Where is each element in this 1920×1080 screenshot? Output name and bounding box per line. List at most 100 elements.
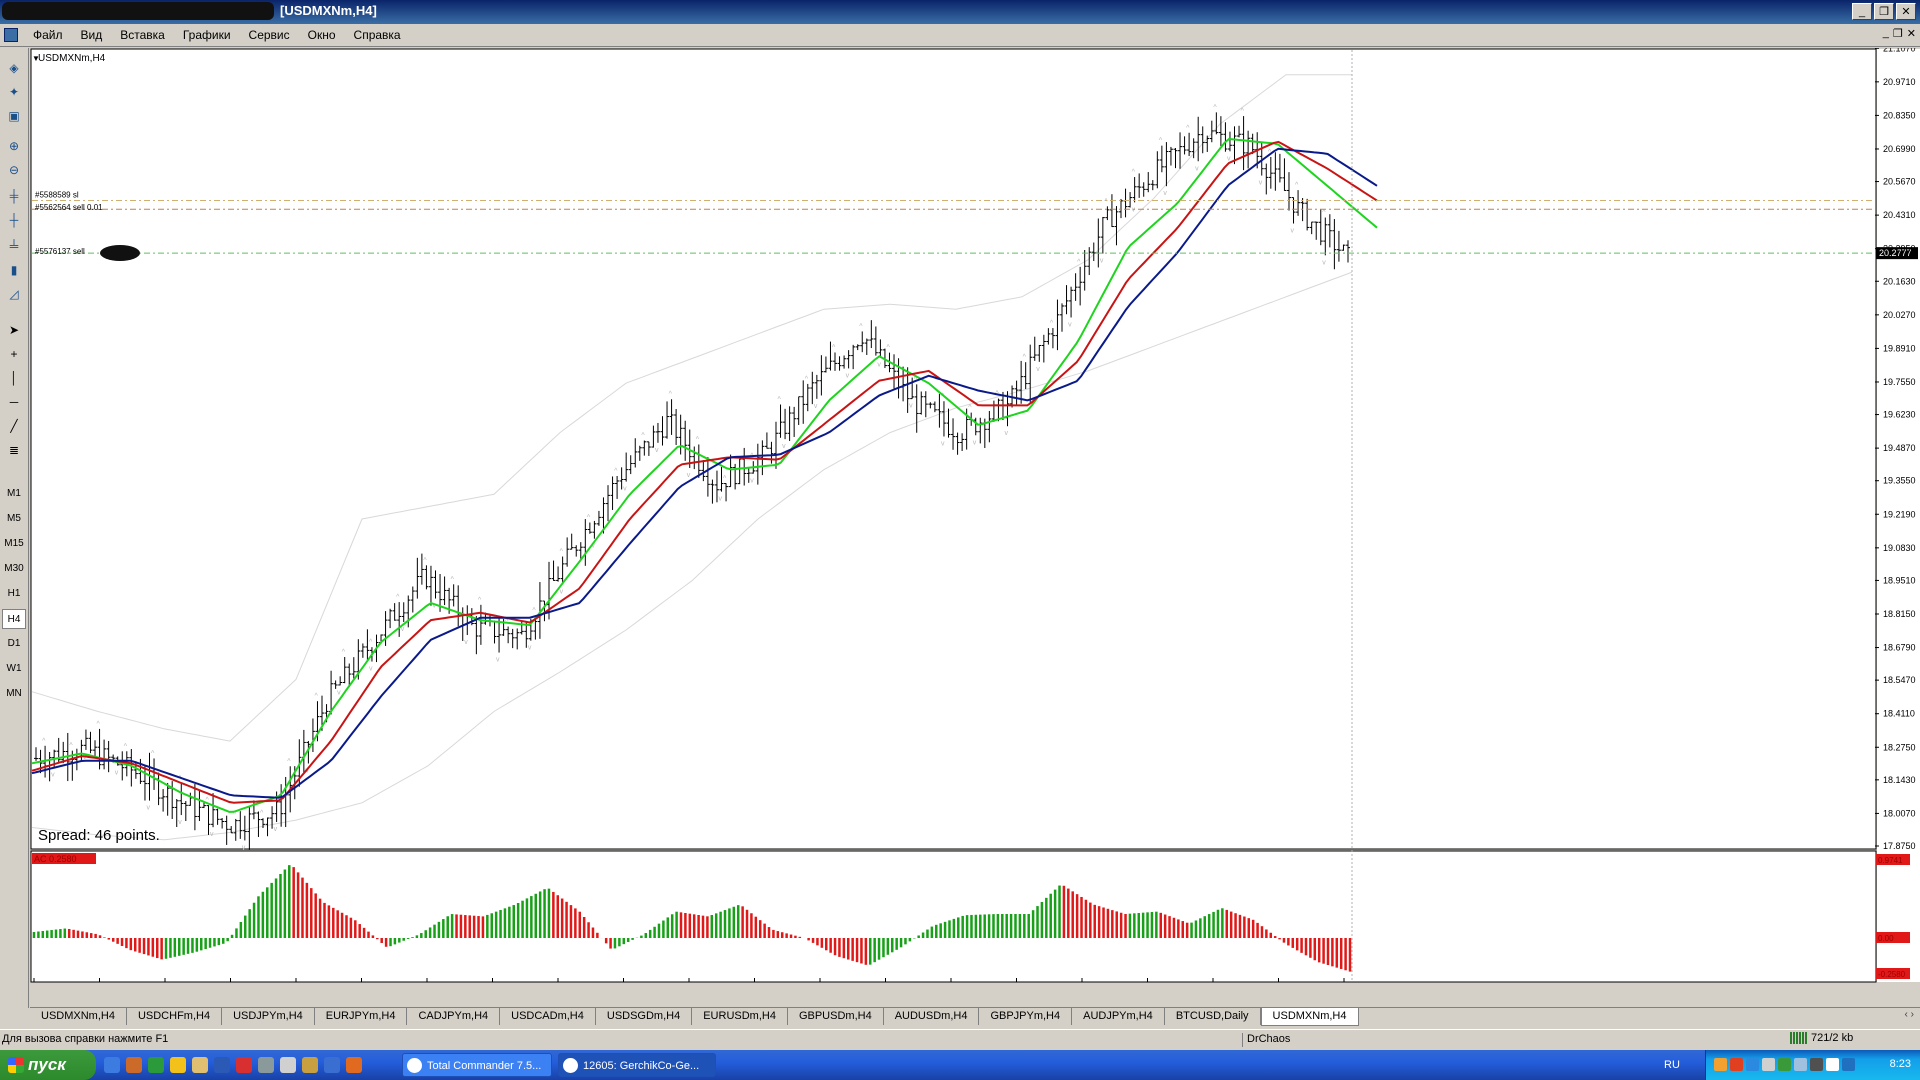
tab-audjpym-h4[interactable]: AUDJPYm,H4 xyxy=(1072,1008,1165,1025)
timeframe-d1[interactable]: D1 xyxy=(2,634,26,654)
fractal-down-icon: v xyxy=(1005,430,1009,437)
quick-launch-app-icon[interactable] xyxy=(104,1057,120,1073)
tab-gbpjpym-h4[interactable]: GBPJPYm,H4 xyxy=(979,1008,1073,1025)
restore-button[interactable]: ❐ xyxy=(1874,3,1894,20)
menu-tools[interactable]: Сервис xyxy=(240,28,299,42)
app-icon[interactable] xyxy=(4,28,18,42)
quick-launch-app-icon[interactable] xyxy=(302,1057,318,1073)
templates-icon[interactable]: ✦ xyxy=(3,82,25,102)
timeframe-m15[interactable]: M15 xyxy=(2,534,26,554)
zoom-in-icon[interactable]: ⊕ xyxy=(3,136,25,156)
objects-icon[interactable]: ◈ xyxy=(3,58,25,78)
tab-audusdm-h4[interactable]: AUDUSDm,H4 xyxy=(884,1008,980,1025)
system-tray: 8:23 xyxy=(1705,1050,1920,1080)
fractal-down-icon: v xyxy=(941,440,945,447)
mdi-minimize-button[interactable]: _ xyxy=(1883,27,1889,40)
tray-app-icon[interactable] xyxy=(1794,1058,1807,1071)
menu-insert[interactable]: Вставка xyxy=(111,28,174,42)
redacted-order-info xyxy=(100,245,140,261)
tab-scroll-arrows[interactable]: ‹ › xyxy=(1905,1009,1914,1020)
cursor-icon[interactable]: ➤ xyxy=(3,320,25,340)
price-chart[interactable]: ^v^v^v^v^^v^v^v^v^v^v^^v^v^v^v^v^v^^v^v^… xyxy=(30,48,1920,984)
tab-usdmxnm-h4-active[interactable]: USDMXNm,H4 xyxy=(1260,1008,1359,1026)
fractal-down-icon: v xyxy=(687,472,691,479)
quick-launch-app-icon[interactable] xyxy=(214,1057,230,1073)
quick-launch-app-icon[interactable] xyxy=(280,1057,296,1073)
quick-launch-app-icon[interactable] xyxy=(236,1057,252,1073)
quick-launch-app-icon[interactable] xyxy=(148,1057,164,1073)
tray-app-icon[interactable] xyxy=(1762,1058,1775,1071)
quick-launch-app-icon[interactable] xyxy=(126,1057,142,1073)
quick-launch-app-icon[interactable] xyxy=(170,1057,186,1073)
menu-file[interactable]: Файл xyxy=(24,28,72,42)
task-total-commander[interactable]: Total Commander 7.5... xyxy=(402,1053,552,1077)
tab-cadjpym-h4[interactable]: CADJPYm,H4 xyxy=(407,1008,501,1025)
timeframe-m5[interactable]: M5 xyxy=(2,509,26,529)
tray-app-icon[interactable] xyxy=(1778,1058,1791,1071)
chevron-down-icon[interactable]: ▼ xyxy=(32,54,40,63)
tab-eurjpym-h4[interactable]: EURJPYm,H4 xyxy=(315,1008,408,1025)
tray-app-icon[interactable] xyxy=(1730,1058,1743,1071)
tray-app-icon[interactable] xyxy=(1714,1058,1727,1071)
mdi-restore-button[interactable]: ❐ xyxy=(1893,27,1903,40)
tab-usdcadm-h4[interactable]: USDCADm,H4 xyxy=(500,1008,596,1025)
timeframe-m30[interactable]: M30 xyxy=(2,559,26,579)
tab-usdmxnm-h4[interactable]: USDMXNm,H4 xyxy=(30,1008,127,1025)
candles-icon[interactable]: ┼ xyxy=(3,210,25,230)
tab-btcusd-daily[interactable]: BTCUSD,Daily xyxy=(1165,1008,1261,1025)
fractal-down-icon: v xyxy=(1068,321,1072,328)
timeframe-m1[interactable]: M1 xyxy=(2,484,26,504)
task-label: Total Commander 7.5... xyxy=(427,1060,542,1072)
vline-icon[interactable]: │ xyxy=(3,368,25,388)
tab-gbpusdm-h4[interactable]: GBPUSDm,H4 xyxy=(788,1008,884,1025)
windows-flag-icon xyxy=(8,1057,24,1073)
minimize-button[interactable]: _ xyxy=(1852,3,1872,20)
tab-usdjpym-h4[interactable]: USDJPYm,H4 xyxy=(222,1008,315,1025)
y-tick-label: 19.2190 xyxy=(1883,509,1916,519)
tray-app-icon[interactable] xyxy=(1826,1058,1839,1071)
start-button[interactable]: пуск xyxy=(0,1050,96,1080)
title-bar: [USDMXNm,H4] _ ❐ ✕ xyxy=(0,0,1920,24)
close-button[interactable]: ✕ xyxy=(1896,3,1916,20)
chart-window[interactable]: ^ v ^ v ^ v ^ v ^ ^ v ^ v ^ v ^ v ^ v ^ v ^ ^ v ^ v ^ v ^ v ^ v ^ v ^ ^ v ^ v ^… xyxy=(30,48,1920,984)
shift-icon[interactable]: ◿ xyxy=(3,284,25,304)
menu-window[interactable]: Окно xyxy=(299,28,345,42)
quick-launch-app-icon[interactable] xyxy=(192,1057,208,1073)
menu-view[interactable]: Вид xyxy=(72,28,112,42)
fibo-icon[interactable]: ≣ xyxy=(3,440,25,460)
crosshair-icon[interactable]: + xyxy=(3,344,25,364)
tab-usdsgdm-h4[interactable]: USDSGDm,H4 xyxy=(596,1008,693,1025)
status-connection: 721/2 kb xyxy=(1790,1032,1853,1045)
tray-app-icon[interactable] xyxy=(1746,1058,1759,1071)
autoscroll-icon[interactable]: ▮ xyxy=(3,260,25,280)
quick-launch-app-icon[interactable] xyxy=(346,1057,362,1073)
fractal-down-icon: v xyxy=(242,844,246,851)
task-metatrader[interactable]: 12605: GerchikCo-Ge... xyxy=(558,1053,716,1077)
fractal-down-icon: v xyxy=(369,666,373,673)
tray-app-icon[interactable] xyxy=(1810,1058,1823,1071)
timeframe-mn[interactable]: MN xyxy=(2,684,26,704)
zoom-out-icon[interactable]: ⊖ xyxy=(3,160,25,180)
window-icon[interactable]: ▣ xyxy=(3,106,25,126)
tab-usdchfm-h4[interactable]: USDCHFm,H4 xyxy=(127,1008,223,1025)
line-chart-icon[interactable]: ╧ xyxy=(3,236,25,256)
timeframe-h1[interactable]: H1 xyxy=(2,584,26,604)
bar-chart-icon[interactable]: ╪ xyxy=(3,186,25,206)
tab-eurusdm-h4[interactable]: EURUSDm,H4 xyxy=(692,1008,788,1025)
timeframe-h4[interactable]: H4 xyxy=(2,609,26,629)
menu-charts[interactable]: Графики xyxy=(174,28,240,42)
y-tick-label: 20.1630 xyxy=(1883,276,1916,286)
mdi-close-button[interactable]: ✕ xyxy=(1907,27,1916,40)
quick-launch-app-icon[interactable] xyxy=(324,1057,340,1073)
trendline-icon[interactable]: ╱ xyxy=(3,416,25,436)
menu-help[interactable]: Справка xyxy=(345,28,410,42)
language-indicator[interactable]: RU xyxy=(1664,1059,1680,1071)
y-tick-label: 18.9510 xyxy=(1883,575,1916,585)
clock[interactable]: 8:23 xyxy=(1890,1058,1911,1070)
timeframe-w1[interactable]: W1 xyxy=(2,659,26,679)
hline-icon[interactable]: ─ xyxy=(3,392,25,412)
connection-bars-icon xyxy=(1790,1032,1808,1045)
tray-app-icon[interactable] xyxy=(1842,1058,1855,1071)
window-title: [USDMXNm,H4] xyxy=(280,3,377,18)
quick-launch-app-icon[interactable] xyxy=(258,1057,274,1073)
